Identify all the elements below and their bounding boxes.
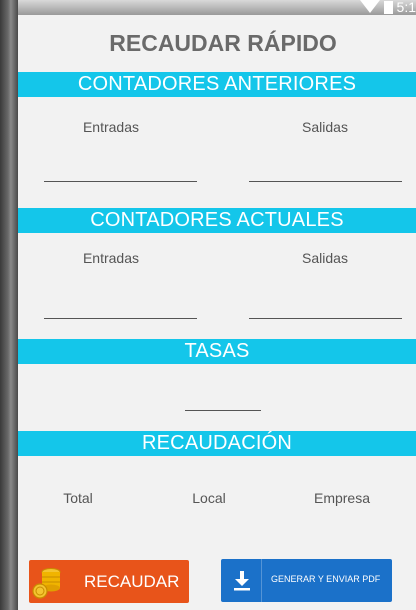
page-title: RECAUDAR RÁPIDO <box>109 30 337 56</box>
generar-pdf-button-label: GENERAR Y ENVIAR PDF <box>271 574 381 584</box>
device-frame <box>0 0 18 610</box>
status-bar: 5:1 <box>18 0 416 15</box>
empresa-label: Empresa <box>313 490 371 506</box>
section-header-tasas: TASAS <box>18 339 416 364</box>
total-label: Total <box>63 490 93 506</box>
battery-icon <box>383 1 393 14</box>
section-title: RECAUDACIÓN <box>142 432 292 454</box>
download-icon <box>234 571 250 591</box>
section-title: TASAS <box>184 340 250 362</box>
recaudar-button-label: RECAUDAR <box>84 572 180 591</box>
section-title: CONTADORES ACTUALES <box>90 209 344 231</box>
section-header-recaudacion: RECAUDACIÓN <box>18 431 416 456</box>
wifi-icon <box>359 0 380 13</box>
salidas-actuales-label: Salidas <box>302 250 348 266</box>
app-screen: RECAUDAR RÁPIDO CONTADORES ANTERIORES En… <box>18 15 416 610</box>
section-title: CONTADORES ANTERIORES <box>77 73 357 95</box>
button-divider <box>261 559 262 602</box>
recaudar-button[interactable]: RECAUDAR <box>29 560 189 603</box>
salidas-actuales-input[interactable] <box>249 317 402 319</box>
entradas-anteriores-input[interactable] <box>44 180 197 182</box>
salidas-anteriores-input[interactable] <box>249 180 402 182</box>
coins-icon <box>32 568 61 599</box>
entradas-anteriores-label: Entradas <box>82 119 140 135</box>
generar-pdf-button[interactable]: GENERAR Y ENVIAR PDF <box>221 559 392 602</box>
entradas-actuales-label: Entradas <box>82 250 140 266</box>
tasas-input[interactable] <box>185 409 261 411</box>
section-header-anteriores: CONTADORES ANTERIORES <box>18 72 416 97</box>
local-label: Local <box>192 490 226 506</box>
entradas-actuales-input[interactable] <box>44 317 197 319</box>
status-time: 5:1 <box>396 0 416 15</box>
salidas-anteriores-label: Salidas <box>302 119 348 135</box>
section-header-actuales: CONTADORES ACTUALES <box>18 208 416 233</box>
